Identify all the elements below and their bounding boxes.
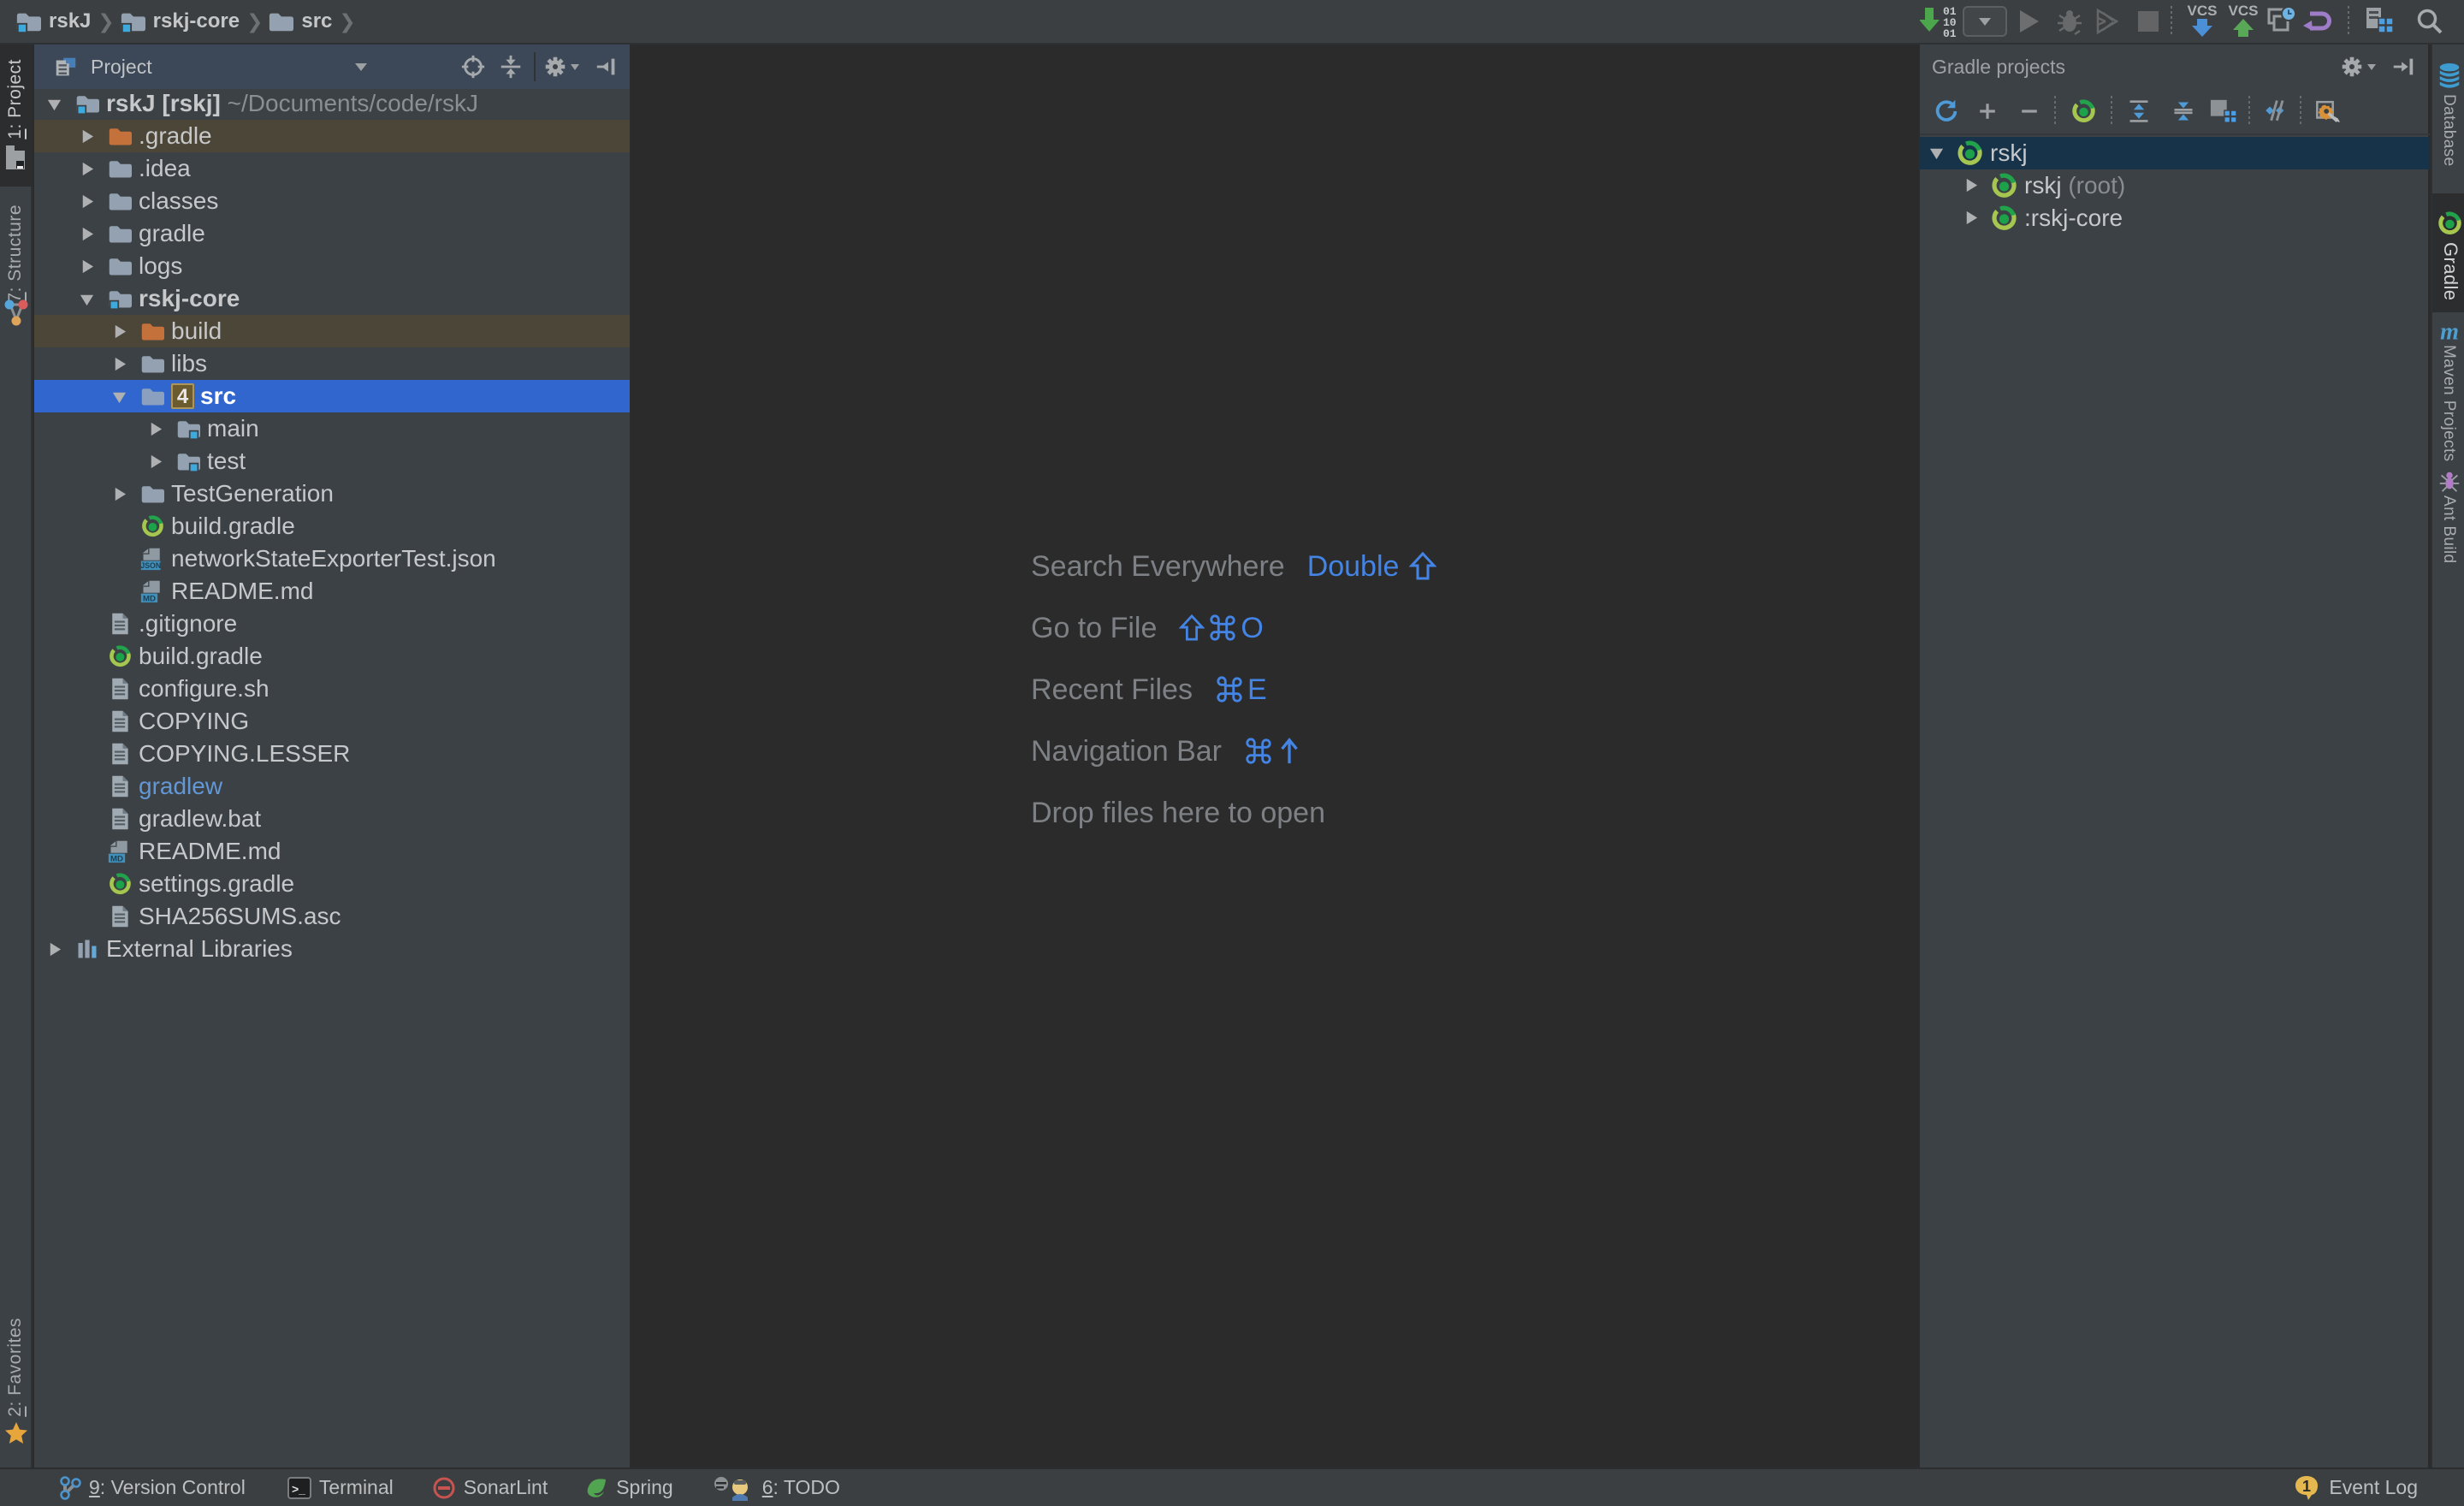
svg-text:VCS: VCS	[2188, 3, 2218, 19]
svg-text:>_: >_	[292, 1482, 305, 1496]
svg-text:VCS: VCS	[2229, 3, 2259, 19]
svg-text:1: 1	[2302, 1478, 2311, 1495]
svg-text:MD: MD	[110, 854, 123, 863]
svg-text:m: m	[2440, 318, 2459, 344]
svg-text:01: 01	[1943, 27, 1957, 40]
svg-text:MD: MD	[143, 594, 156, 603]
svg-text:JSON: JSON	[140, 561, 161, 570]
